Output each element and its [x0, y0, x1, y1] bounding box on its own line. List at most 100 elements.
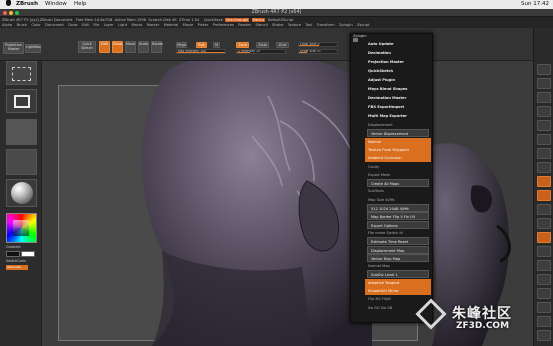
zbrush-menu-color[interactable]: Color: [31, 23, 40, 27]
default-zscript-button[interactable]: DefaultZScript: [268, 18, 294, 22]
quicksave-button[interactable]: QuickSave: [204, 18, 223, 22]
view-floor-button[interactable]: [537, 162, 551, 173]
zplugin-item-25[interactable]: Vector Disp Map: [367, 253, 429, 262]
zbrush-menu-render[interactable]: Render: [238, 23, 251, 27]
zbrush-menu-zscript[interactable]: Zscript: [357, 23, 369, 27]
zbrush-menu-draw[interactable]: Draw: [68, 23, 77, 27]
view-spix-button[interactable]: [537, 78, 551, 89]
zbrush-menu-stencil[interactable]: Stencil: [255, 23, 267, 27]
m-button[interactable]: M: [213, 42, 220, 48]
edit-button[interactable]: Edit: [99, 41, 110, 53]
zbrush-menu-preferences[interactable]: Preferences: [213, 23, 234, 27]
zbrush-menu-tool[interactable]: Tool: [305, 23, 312, 27]
app-menu[interactable]: ZBrush: [16, 0, 38, 9]
primary-color-swatch[interactable]: [6, 251, 20, 257]
zplugin-item-17[interactable]: SubTools: [365, 187, 431, 195]
zadd-button[interactable]: Zadd: [236, 42, 249, 48]
z-intensity-slider[interactable]: Z Intensity 25: [236, 49, 286, 54]
see-through-slider[interactable]: See-through: [225, 17, 250, 22]
zplugin-item-29[interactable]: SmoothUV Mirror: [365, 287, 431, 295]
rgb-button[interactable]: Rgb: [196, 42, 207, 48]
zplugin-item-12[interactable]: Texture From Polypaint: [365, 145, 431, 154]
zbrush-menu-document[interactable]: Document: [45, 23, 64, 27]
zplugin-item-4[interactable]: Adjust Plugin: [365, 76, 431, 84]
zplugin-item-14[interactable]: Cavity: [365, 163, 431, 171]
zbrush-menu-layer[interactable]: Layer: [104, 23, 114, 27]
switch-color-button[interactable]: SwitchColor: [6, 259, 26, 263]
view-scroll-button[interactable]: [537, 92, 551, 103]
rotate-button[interactable]: Rotate: [151, 41, 163, 53]
zplugin-item-2[interactable]: Projection Master: [365, 58, 431, 66]
color-square[interactable]: [13, 220, 29, 236]
zbrush-menu-zplugin[interactable]: Zplugin: [339, 23, 353, 27]
draw-size-slider[interactable]: Draw Size 21: [298, 49, 338, 54]
zplugin-item-7[interactable]: FBX ExportImport: [365, 103, 431, 111]
quick-sketch-button[interactable]: Quick Sketch: [78, 41, 96, 53]
zplugin-item-27[interactable]: SubDiv Level 1: [367, 270, 429, 279]
lightbox-button[interactable]: LightBox: [25, 44, 41, 53]
zplugin-item-8[interactable]: Multi Map Exporter: [365, 112, 431, 120]
zbrush-menu-material[interactable]: Material: [164, 23, 179, 27]
texture-slot[interactable]: [6, 149, 37, 175]
view-polyf-button[interactable]: [537, 274, 551, 285]
scale-button[interactable]: Scale: [138, 41, 149, 53]
zplugin-item-1[interactable]: Decimation: [365, 49, 431, 57]
zplugin-item-18[interactable]: Map Size 4096: [365, 196, 431, 204]
zplugin-item-0[interactable]: Auto Update: [365, 40, 431, 48]
zbrush-menu-macro[interactable]: Macro: [132, 23, 143, 27]
pin-icon[interactable]: [353, 38, 358, 42]
alternate-button[interactable]: Alternate: [6, 265, 28, 270]
rgb-intensity-slider[interactable]: Rgb Intensity 100: [176, 49, 226, 54]
zbrush-menu-picker[interactable]: Picker: [198, 23, 209, 27]
view-scale-view-button[interactable]: [537, 246, 551, 257]
projection-master-button[interactable]: Projection Master: [3, 42, 24, 54]
zplugin-item-30[interactable]: Flip RG FlipB: [365, 295, 431, 303]
secondary-color-swatch[interactable]: [21, 251, 35, 257]
view-xpose-button[interactable]: [537, 330, 551, 341]
material-slot[interactable]: [6, 179, 37, 207]
zplugin-item-3[interactable]: QuickSketch: [365, 67, 431, 75]
view-solo-button[interactable]: [537, 316, 551, 327]
view-aahalf-button[interactable]: [537, 134, 551, 145]
mrgb-button[interactable]: Mrgb: [176, 42, 187, 48]
zplugin-item-15[interactable]: Export Mesh: [365, 171, 431, 179]
apple-icon[interactable]: [6, 0, 11, 6]
zbrush-menu-alpha[interactable]: Alpha: [2, 23, 12, 27]
zbrush-menu-stroke[interactable]: Stroke: [272, 23, 283, 27]
zbrush-menu-light[interactable]: Light: [118, 23, 127, 27]
color-picker[interactable]: [6, 213, 37, 243]
zplugin-item-23[interactable]: Estimate Time Reset: [367, 237, 429, 246]
zcut-button[interactable]: Zcut: [276, 42, 289, 48]
gradient-label[interactable]: Gradient: [6, 245, 21, 249]
zplugin-item-9[interactable]: Displacement: [365, 121, 431, 129]
zbrush-menu-marker[interactable]: Marker: [147, 23, 159, 27]
zsub-button[interactable]: Zsub: [256, 42, 269, 48]
view-actual-button[interactable]: [537, 120, 551, 131]
zbrush-menu-file[interactable]: File: [93, 23, 99, 27]
zbrush-menu-movie[interactable]: Movie: [183, 23, 194, 27]
view-transp-button[interactable]: [537, 288, 551, 299]
menu-help[interactable]: Help: [74, 0, 87, 9]
stroke-slot[interactable]: [6, 89, 37, 113]
zplugin-item-5[interactable]: Maya Blend Shapes: [365, 85, 431, 93]
zbrush-menu-edit[interactable]: Edit: [82, 23, 89, 27]
zbrush-menu-texture[interactable]: Texture: [288, 23, 301, 27]
menus-button[interactable]: Menus: [251, 17, 266, 22]
zplugin-item-28[interactable]: Adaptive Tangent: [365, 278, 431, 287]
zplugin-item-6[interactable]: Decimation Master: [365, 94, 431, 102]
view-persp-button[interactable]: [537, 148, 551, 159]
zplugin-item-16[interactable]: Create All Maps: [367, 179, 429, 188]
zbrush-menu-brush[interactable]: Brush: [17, 23, 27, 27]
zplugin-item-22[interactable]: File name Switch it!: [365, 229, 431, 237]
brush-slot[interactable]: [6, 61, 37, 85]
view-zoom-button[interactable]: [537, 106, 551, 117]
view-rotate-view-button[interactable]: [537, 260, 551, 271]
draw-button[interactable]: Draw: [112, 41, 123, 53]
view-frame-button[interactable]: [537, 218, 551, 229]
view-local-button[interactable]: [537, 176, 551, 187]
zplugin-item-20[interactable]: Map Border Flip V Fix UV: [367, 212, 429, 221]
zbrush-menu-transform[interactable]: Transform: [317, 23, 335, 27]
view-xyz-button[interactable]: [537, 204, 551, 215]
menu-window[interactable]: Window: [45, 0, 67, 9]
zplugin-item-10[interactable]: Vector Displacement: [367, 129, 429, 138]
